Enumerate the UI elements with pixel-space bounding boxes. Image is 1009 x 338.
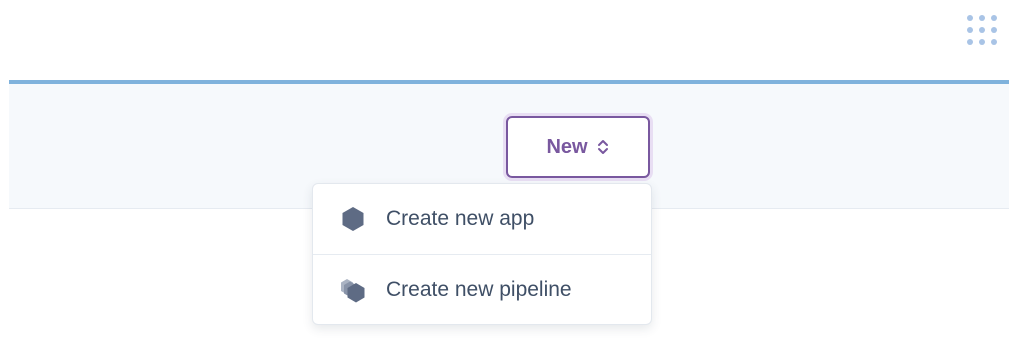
menu-item-label: Create new app bbox=[386, 207, 535, 230]
menu-item-label: Create new pipeline bbox=[386, 278, 572, 301]
page: New Create new app Create new pipeline bbox=[0, 0, 1009, 338]
hexagon-app-icon bbox=[342, 207, 364, 231]
menu-item-create-app[interactable]: Create new app bbox=[313, 184, 651, 254]
top-bar bbox=[0, 0, 1009, 80]
new-button-label: New bbox=[546, 135, 588, 158]
new-button[interactable]: New bbox=[506, 116, 650, 178]
new-dropdown-menu: Create new app Create new pipeline bbox=[312, 183, 652, 325]
menu-item-create-pipeline[interactable]: Create new pipeline bbox=[313, 255, 651, 325]
stacked-hexagons-pipeline-icon bbox=[341, 279, 365, 303]
apps-grid-icon[interactable] bbox=[964, 12, 1000, 48]
up-down-chevron-icon bbox=[597, 140, 608, 154]
